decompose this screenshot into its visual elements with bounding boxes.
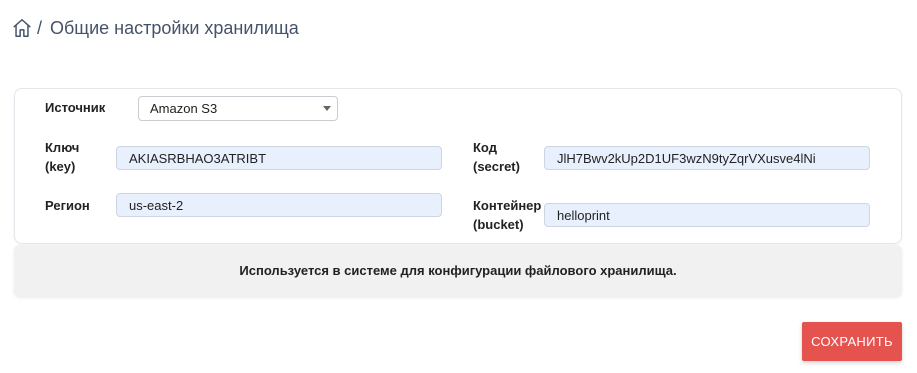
info-text: Используется в системе для конфигурации … (239, 263, 677, 278)
key-label: Ключ (key) (45, 138, 79, 176)
bucket-label-line1: Контейнер (473, 198, 542, 213)
home-icon[interactable] (11, 17, 33, 39)
bucket-label: Контейнер (bucket) (473, 196, 541, 234)
chevron-down-icon (323, 106, 331, 111)
region-label: Регион (45, 198, 90, 213)
source-select-value: Amazon S3 (150, 101, 218, 116)
secret-input[interactable]: JlH7Bwv2kUp2D1UF3wzN9tyZqrVXusve4lNi (544, 146, 870, 170)
bucket-input[interactable]: helloprint (544, 203, 870, 227)
info-box: Используется в системе для конфигурации … (14, 245, 902, 297)
region-input[interactable]: us-east-2 (116, 193, 442, 217)
breadcrumb-separator: / (37, 18, 43, 38)
page-title: Общие настройки хранилища (50, 18, 299, 38)
bucket-label-line2: (bucket) (473, 217, 524, 232)
source-label: Источник (45, 100, 106, 115)
key-label-line1: Ключ (45, 140, 80, 155)
secret-label-line1: Код (473, 140, 497, 155)
page-header: / Общие настройки хранилища (0, 0, 917, 60)
secret-label: Код (secret) (473, 138, 520, 176)
key-input[interactable]: AKIASRBHAO3ATRIBT (116, 146, 442, 170)
secret-label-line2: (secret) (473, 159, 520, 174)
source-select[interactable]: Amazon S3 (138, 96, 338, 121)
save-button[interactable]: СОХРАНИТЬ (802, 322, 902, 361)
key-label-line2: (key) (45, 159, 76, 174)
